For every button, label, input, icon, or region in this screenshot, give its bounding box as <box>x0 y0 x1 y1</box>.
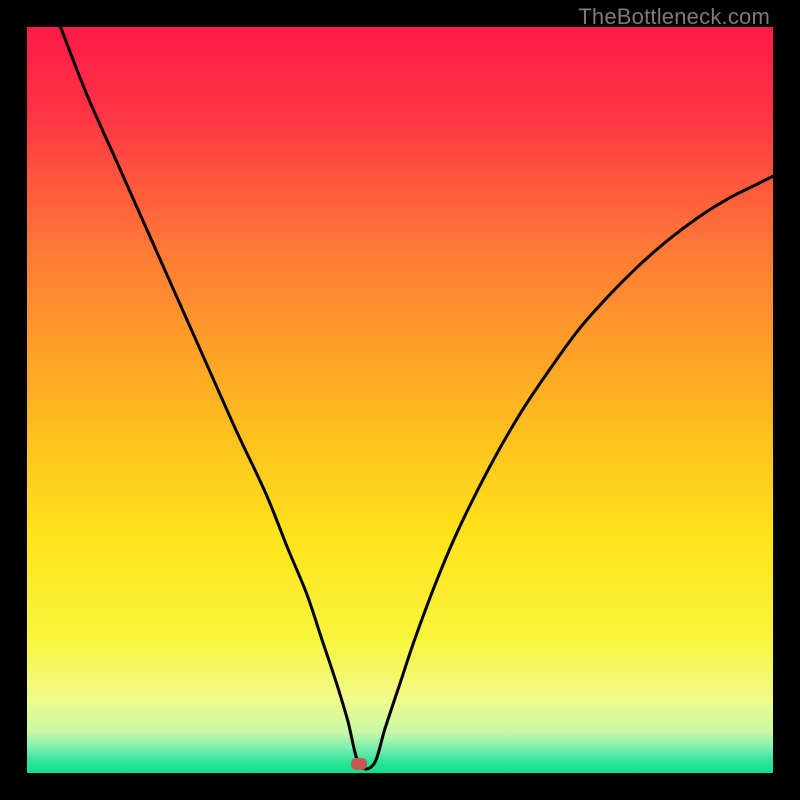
plot-area <box>27 27 773 773</box>
outer-frame: TheBottleneck.com <box>0 0 800 800</box>
bottleneck-curve <box>27 27 773 773</box>
optimal-point-marker <box>351 758 367 770</box>
